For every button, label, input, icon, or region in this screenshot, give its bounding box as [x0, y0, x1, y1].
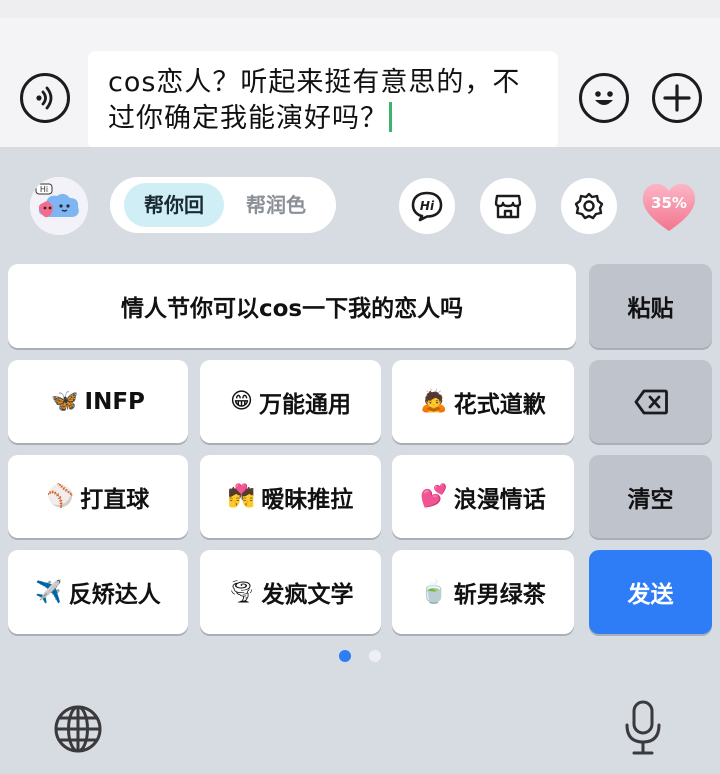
hi-chat-icon: Hi: [411, 191, 443, 222]
message-input-bar: cos恋人？听起来挺有意思的，不过你确定我能演好吗？: [0, 0, 720, 149]
tab-help-reply[interactable]: 帮你回: [124, 183, 224, 227]
settings-button[interactable]: [561, 178, 617, 234]
globe-icon: [54, 705, 102, 753]
chip-label: 花式道歉: [453, 391, 546, 418]
paste-key[interactable]: 粘贴: [589, 264, 712, 348]
tea-icon: 🍵: [420, 579, 448, 605]
suggested-phrase[interactable]: 情人节你可以cos一下我的恋人吗: [8, 264, 576, 348]
clear-label: 清空: [627, 486, 674, 513]
chip-label: 暧昧推拉: [261, 486, 354, 513]
paste-label: 粘贴: [627, 296, 674, 322]
chip-flirt[interactable]: 💏 暧昧推拉: [200, 455, 381, 538]
butterfly-icon: 🦋: [51, 389, 79, 414]
text-caret: [389, 102, 392, 132]
tab-help-polish[interactable]: 帮润色: [230, 183, 322, 227]
store-icon: [494, 194, 522, 219]
microphone-icon: [625, 700, 661, 755]
page-dot-inactive[interactable]: [369, 650, 381, 662]
send-key[interactable]: 发送: [589, 550, 712, 634]
chip-romantic[interactable]: 💕 浪漫情话: [392, 455, 574, 538]
microphone-button[interactable]: [622, 699, 664, 757]
globe-button[interactable]: [52, 703, 104, 755]
grin-icon: 😁: [230, 389, 253, 414]
tornado-icon: 🌪: [227, 579, 256, 605]
bowing-icon: 🙇: [420, 389, 448, 414]
clear-key[interactable]: 清空: [589, 455, 712, 538]
affinity-percent: 35%: [651, 194, 687, 212]
affinity-heart[interactable]: 35%: [640, 181, 698, 233]
settings-gear-icon: [574, 192, 604, 220]
emoji-button[interactable]: [579, 73, 629, 123]
chip-apology[interactable]: 🙇 花式道歉: [392, 360, 574, 443]
chip-label: 打直球: [80, 486, 150, 513]
chip-anti-pretense[interactable]: ✈️ 反矫达人: [8, 550, 188, 634]
avatar-hi-badge: Hi: [40, 185, 48, 194]
voice-input-button[interactable]: [20, 73, 70, 123]
chip-label: 反矫达人: [68, 582, 161, 608]
chip-label: 发疯文学: [261, 582, 354, 608]
hi-chat-label: Hi: [420, 199, 435, 213]
cloud-mascot-icon: Hi: [30, 177, 88, 235]
chip-infp[interactable]: 🦋 INFP: [8, 360, 188, 443]
chip-universal[interactable]: 😁 万能通用: [200, 360, 381, 443]
chip-label: 浪漫情话: [453, 486, 546, 513]
message-text: cos恋人？听起来挺有意思的，不过你确定我能演好吗？: [108, 67, 521, 134]
plus-button[interactable]: [652, 73, 702, 123]
backspace-key[interactable]: [589, 360, 712, 443]
kiss-icon: 💏: [227, 484, 256, 509]
store-button[interactable]: [480, 178, 536, 234]
chip-crazy-lit[interactable]: 🌪 发疯文学: [200, 550, 381, 634]
smiley-icon: [595, 91, 613, 105]
assistant-avatar[interactable]: Hi: [30, 177, 88, 235]
airplane-icon: ✈️: [35, 579, 63, 605]
suggested-phrase-text: 情人节你可以cos一下我的恋人吗: [120, 296, 464, 322]
page-dot-active[interactable]: [339, 650, 351, 662]
plus-icon: [663, 84, 691, 112]
chip-label: INFP: [84, 388, 145, 415]
backspace-icon: [634, 389, 668, 414]
send-label: 发送: [627, 582, 674, 608]
chip-green-tea[interactable]: 🍵 斩男绿茶: [392, 550, 574, 634]
baseball-icon: ⚾: [46, 484, 75, 509]
hi-chat-button[interactable]: Hi: [399, 178, 455, 234]
message-text-field[interactable]: cos恋人？听起来挺有意思的，不过你确定我能演好吗？: [88, 51, 558, 149]
two-hearts-icon: 💕: [420, 484, 448, 509]
ai-reply-keyboard: Hi 帮你回 帮润色 Hi 35% 情人节你可以cos一下我的恋人吗 🦋 INF…: [0, 147, 720, 774]
reply-mode-tabs: 帮你回 帮润色: [110, 177, 336, 233]
chip-direct[interactable]: ⚾ 打直球: [8, 455, 188, 538]
voice-wave-icon: [36, 86, 53, 110]
chip-label: 斩男绿茶: [453, 582, 546, 608]
chip-label: 万能通用: [258, 391, 351, 418]
